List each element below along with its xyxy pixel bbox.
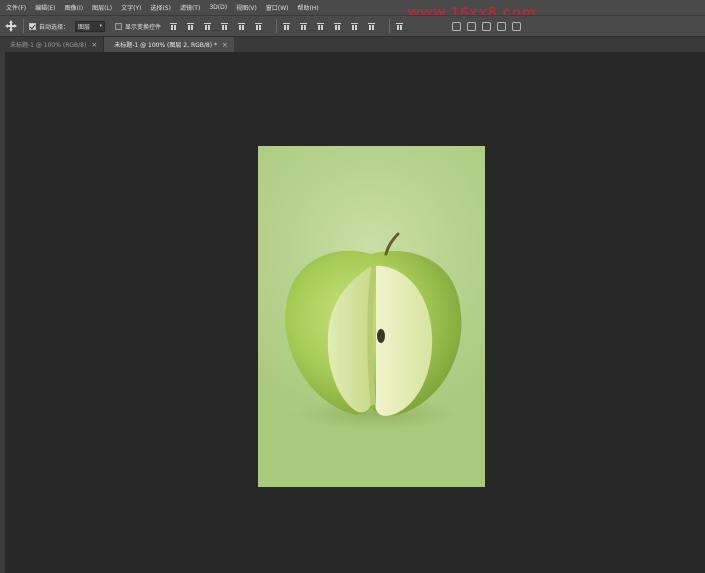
document-tab-label: 未标题-1 @ 100% (图层 2, RGB/8) * [114,42,217,49]
document-tab-label: 未标题-1 @ 100% (RGB/8) [10,42,87,49]
menu-layer[interactable]: 图层(L) [92,3,112,12]
align-top-icon[interactable] [169,22,178,31]
divider [276,19,278,33]
divider [389,19,391,33]
auto-select-checkbox[interactable] [29,22,36,30]
show-transform-label: 显示变换控件 [125,23,162,31]
chevron-down-icon: ▾ [99,23,103,29]
menu-bar: 文件(F) 编辑(E) 图像(I) 图层(L) 文字(Y) 选择(S) 滤镜(T… [0,0,705,15]
document-tab-1[interactable]: 未标题-1 @ 100% (RGB/8) × [0,37,105,52]
distribute-vcenter-icon[interactable] [299,22,308,31]
3d-slide-icon[interactable] [497,21,507,31]
distribute-left-icon[interactable] [333,22,342,31]
menu-select[interactable]: 选择(S) [150,3,171,12]
distribute-right-icon[interactable] [367,22,376,31]
menu-3d[interactable]: 3D(D) [209,4,227,11]
document-tab-2[interactable]: 未标题-1 @ 100% (图层 2, RGB/8) * × [104,37,234,52]
menu-filter[interactable]: 滤镜(T) [180,3,200,12]
align-hcenter-icon[interactable] [237,22,246,31]
auto-select-label: 自动选择： [39,23,70,31]
menu-type[interactable]: 文字(Y) [121,3,141,12]
auto-select-target-dropdown[interactable]: 图层 ▾ [75,20,106,32]
3d-roll-icon[interactable] [467,21,477,31]
options-bar: 自动选择： 图层 ▾ 显示变换控件 [0,15,705,36]
menu-image[interactable]: 图像(I) [65,3,83,12]
3d-rotate-icon[interactable] [452,21,462,31]
document-canvas[interactable] [258,146,485,487]
3d-pan-icon[interactable] [482,21,492,31]
3d-scale-icon[interactable] [512,21,522,31]
distribute-bottom-icon[interactable] [316,22,325,31]
align-right-icon[interactable] [254,22,263,31]
menu-window[interactable]: 窗口(W) [266,3,289,12]
document-tab-bar: 未标题-1 @ 100% (RGB/8) × 未标题-1 @ 100% (图层 … [0,36,705,52]
distribute-hcenter-icon[interactable] [350,22,359,31]
menu-help[interactable]: 帮助(H) [298,3,319,12]
move-tool-icon [5,20,17,32]
menu-view[interactable]: 视图(V) [236,3,257,12]
auto-align-icon[interactable] [395,22,404,31]
close-icon[interactable]: × [91,41,97,49]
align-bottom-icon[interactable] [203,22,212,31]
close-icon[interactable]: × [222,41,228,49]
distribute-top-icon[interactable] [282,22,291,31]
move-tool-button[interactable] [4,19,18,33]
show-transform-checkbox[interactable] [115,22,123,30]
menu-file[interactable]: 文件(F) [6,3,26,12]
align-buttons [169,19,527,33]
menu-edit[interactable]: 编辑(E) [35,3,55,12]
align-vcenter-icon[interactable] [186,22,195,31]
apple-image [285,232,462,430]
divider [23,19,24,33]
auto-select-target-value: 图层 [78,23,91,31]
align-left-icon[interactable] [220,22,229,31]
